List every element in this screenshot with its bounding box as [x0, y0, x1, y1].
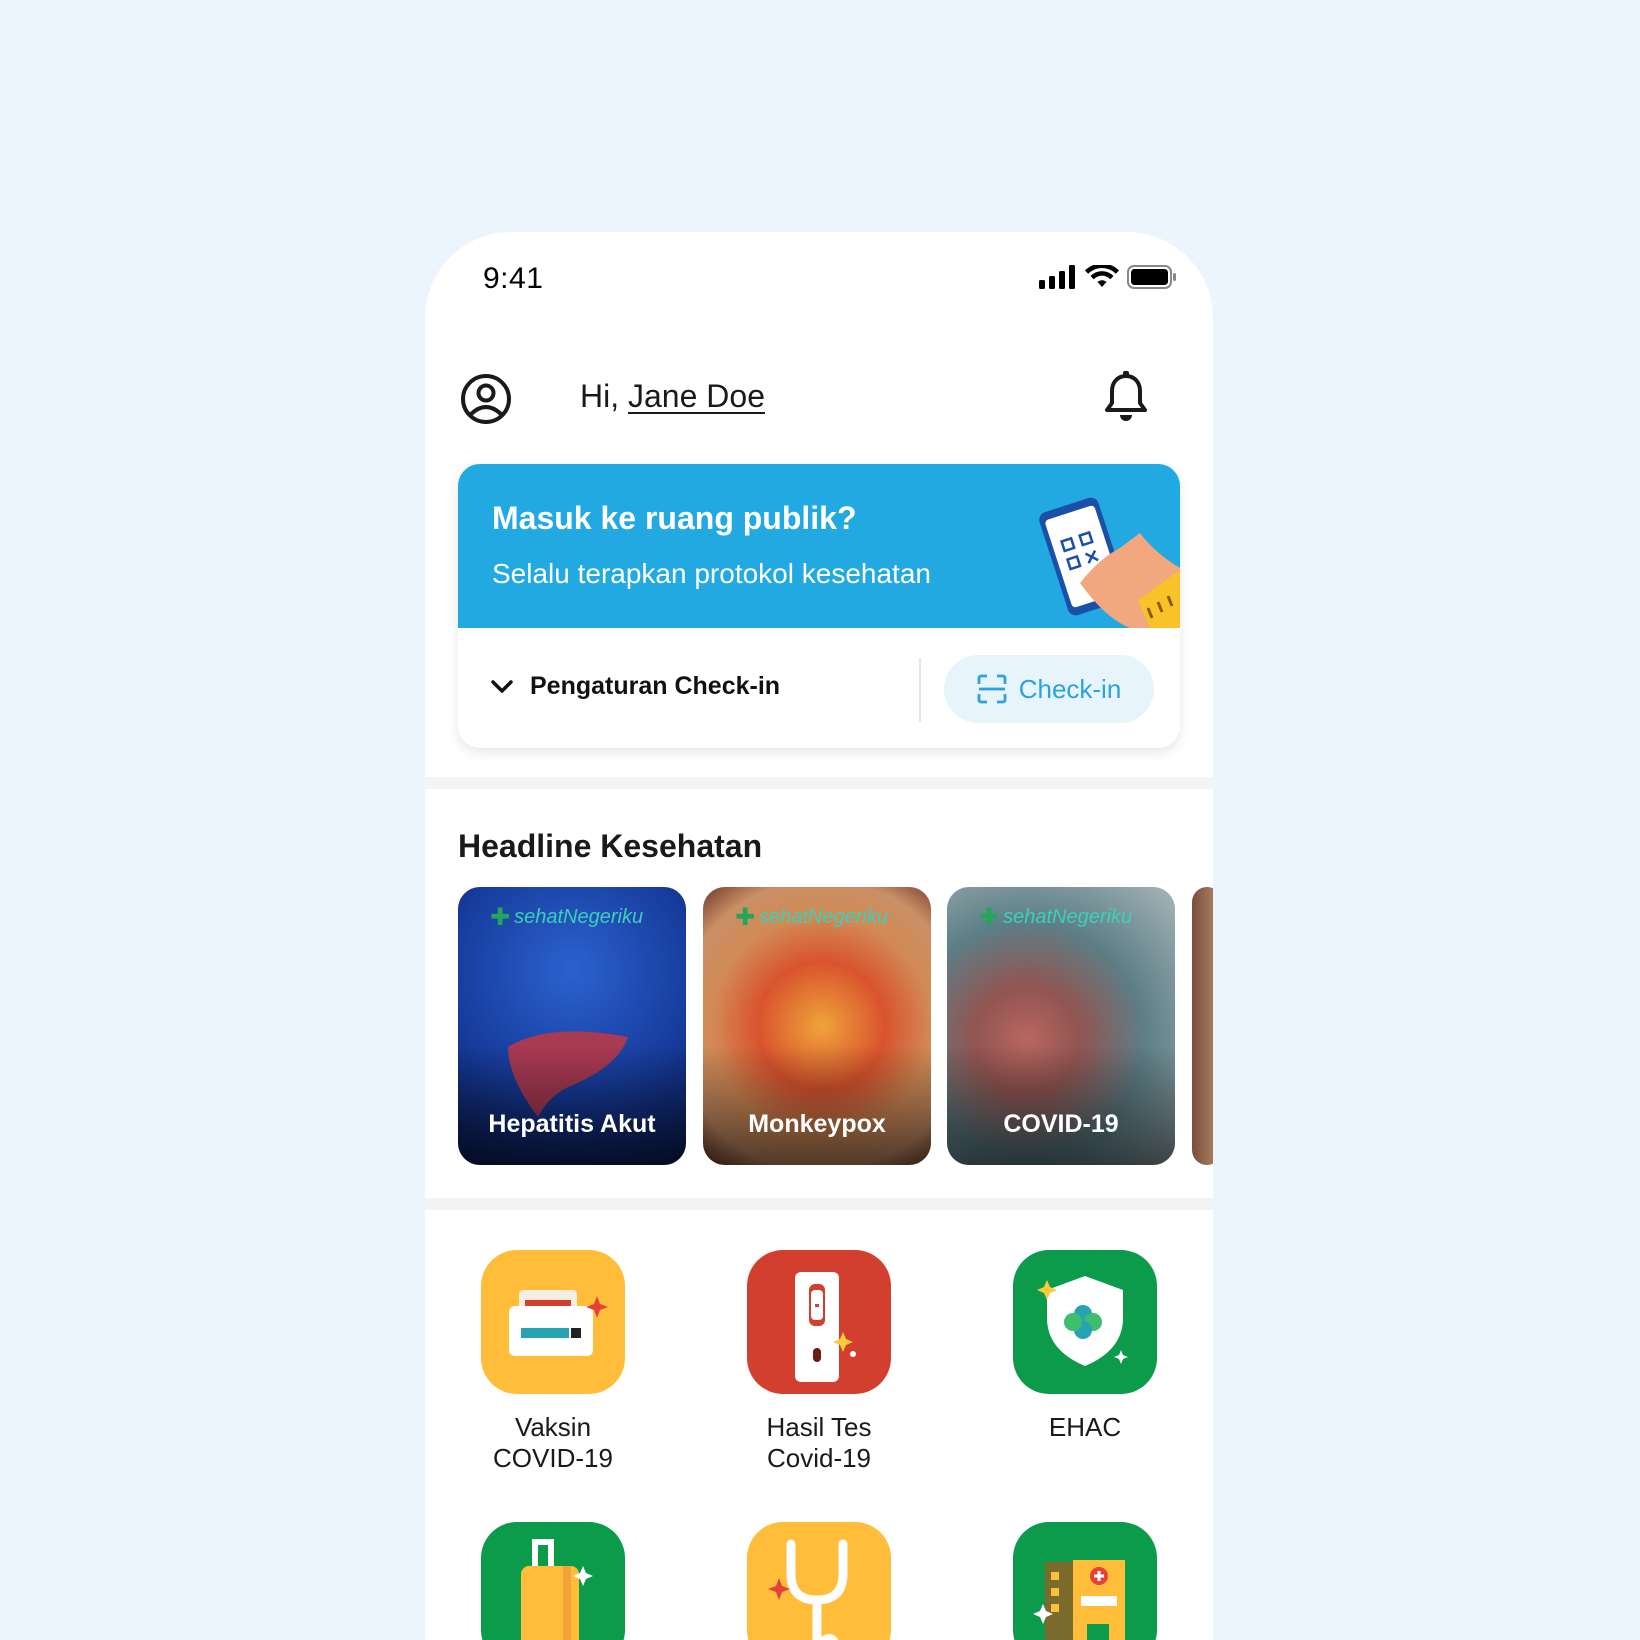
phone-screen: 9:41 Hi, Jane Doe Masuk ke ruang publik?…: [425, 232, 1213, 1640]
section-divider: [425, 777, 1213, 789]
checkin-actions: Pengaturan Check-in Check-in: [458, 628, 1180, 748]
status-icons: [1039, 262, 1177, 292]
vertical-divider: [919, 658, 921, 722]
wifi-icon: [1085, 265, 1119, 287]
hospital-icon: [1013, 1522, 1157, 1640]
stethoscope-icon: [747, 1522, 891, 1640]
greeting-row: Hi, Jane Doe: [460, 370, 1160, 430]
headline-carousel[interactable]: ✚ sehatNegeriku Hepatitis Akut ✚ sehatNe…: [458, 887, 1213, 1165]
headline-card-hepatitis[interactable]: ✚ sehatNegeriku Hepatitis Akut: [458, 887, 686, 1165]
menu-label: EHAC: [1048, 1412, 1122, 1442]
brand-text: sehatNegeriku: [759, 906, 889, 928]
brand-mark-icon: ✚: [490, 904, 511, 931]
headline-label: Hepatitis Akut: [488, 1110, 656, 1138]
checkin-settings-toggle[interactable]: Pengaturan Check-in: [490, 672, 780, 701]
greeting-text: Hi, Jane Doe: [580, 378, 765, 415]
checkin-settings-label: Pengaturan Check-in: [530, 672, 781, 700]
section-divider: [425, 1198, 1213, 1210]
scan-icon: [977, 674, 1007, 704]
brand-logo: ✚ sehatNegeriku: [490, 903, 643, 932]
brand-text: sehatNegeriku: [1003, 906, 1133, 928]
status-time: 9:41: [483, 262, 544, 295]
banner-subtitle: Selalu terapkan protokol kesehatan: [492, 558, 931, 589]
brand-logo: ✚ sehatNegeriku: [735, 903, 888, 932]
card-shade: [458, 1045, 686, 1165]
headline-section-title: Headline Kesehatan: [458, 828, 763, 864]
signal-icon: [1039, 265, 1075, 289]
menu-item-travel[interactable]: [443, 1522, 663, 1640]
luggage-icon: [481, 1522, 625, 1640]
brand-logo: ✚ sehatNegeriku: [979, 903, 1132, 932]
menu-item-hasil-tes[interactable]: Hasil Tes Covid-19: [709, 1250, 929, 1474]
headline-card-monkeypox[interactable]: ✚ sehatNegeriku Monkeypox: [703, 887, 931, 1165]
menu-item-health[interactable]: [709, 1522, 929, 1640]
menu-item-ehac[interactable]: EHAC: [975, 1250, 1195, 1443]
bell-icon[interactable]: [1102, 370, 1150, 424]
menu-label: Vaksin COVID-19: [493, 1412, 613, 1473]
greeting-prefix: Hi,: [580, 378, 620, 414]
profile-icon[interactable]: [460, 373, 512, 425]
user-name-link[interactable]: Jane Doe: [628, 378, 765, 414]
headline-card-partial[interactable]: [1192, 887, 1213, 1165]
menu-label: Hasil Tes Covid-19: [766, 1412, 872, 1473]
checkin-card: Masuk ke ruang publik? Selalu terapkan p…: [458, 464, 1180, 748]
brand-mark-icon: ✚: [735, 904, 756, 931]
card-shade: [703, 1045, 931, 1165]
menu-item-facility[interactable]: [975, 1522, 1195, 1640]
headline-card-covid[interactable]: ✚ sehatNegeriku COVID-19: [947, 887, 1175, 1165]
checkin-button[interactable]: Check-in: [944, 655, 1154, 723]
headline-label: Monkeypox: [748, 1110, 886, 1138]
test-kit-icon: [747, 1250, 891, 1394]
battery-icon: [1127, 265, 1176, 289]
card-shade: [947, 1045, 1175, 1165]
menu-item-vaksin[interactable]: Vaksin COVID-19: [443, 1250, 663, 1474]
shield-icon: [1013, 1250, 1157, 1394]
phone-scan-illustration: [1039, 497, 1180, 628]
brand-text: sehatNegeriku: [514, 906, 644, 928]
chevron-down-icon: [491, 679, 513, 693]
vaccine-card-icon: [481, 1250, 625, 1394]
checkin-banner: Masuk ke ruang publik? Selalu terapkan p…: [458, 464, 1180, 628]
brand-mark-icon: ✚: [979, 904, 1000, 931]
banner-title: Masuk ke ruang publik?: [492, 500, 857, 536]
checkin-button-label: Check-in: [1018, 673, 1122, 704]
headline-label: COVID-19: [1003, 1110, 1119, 1138]
